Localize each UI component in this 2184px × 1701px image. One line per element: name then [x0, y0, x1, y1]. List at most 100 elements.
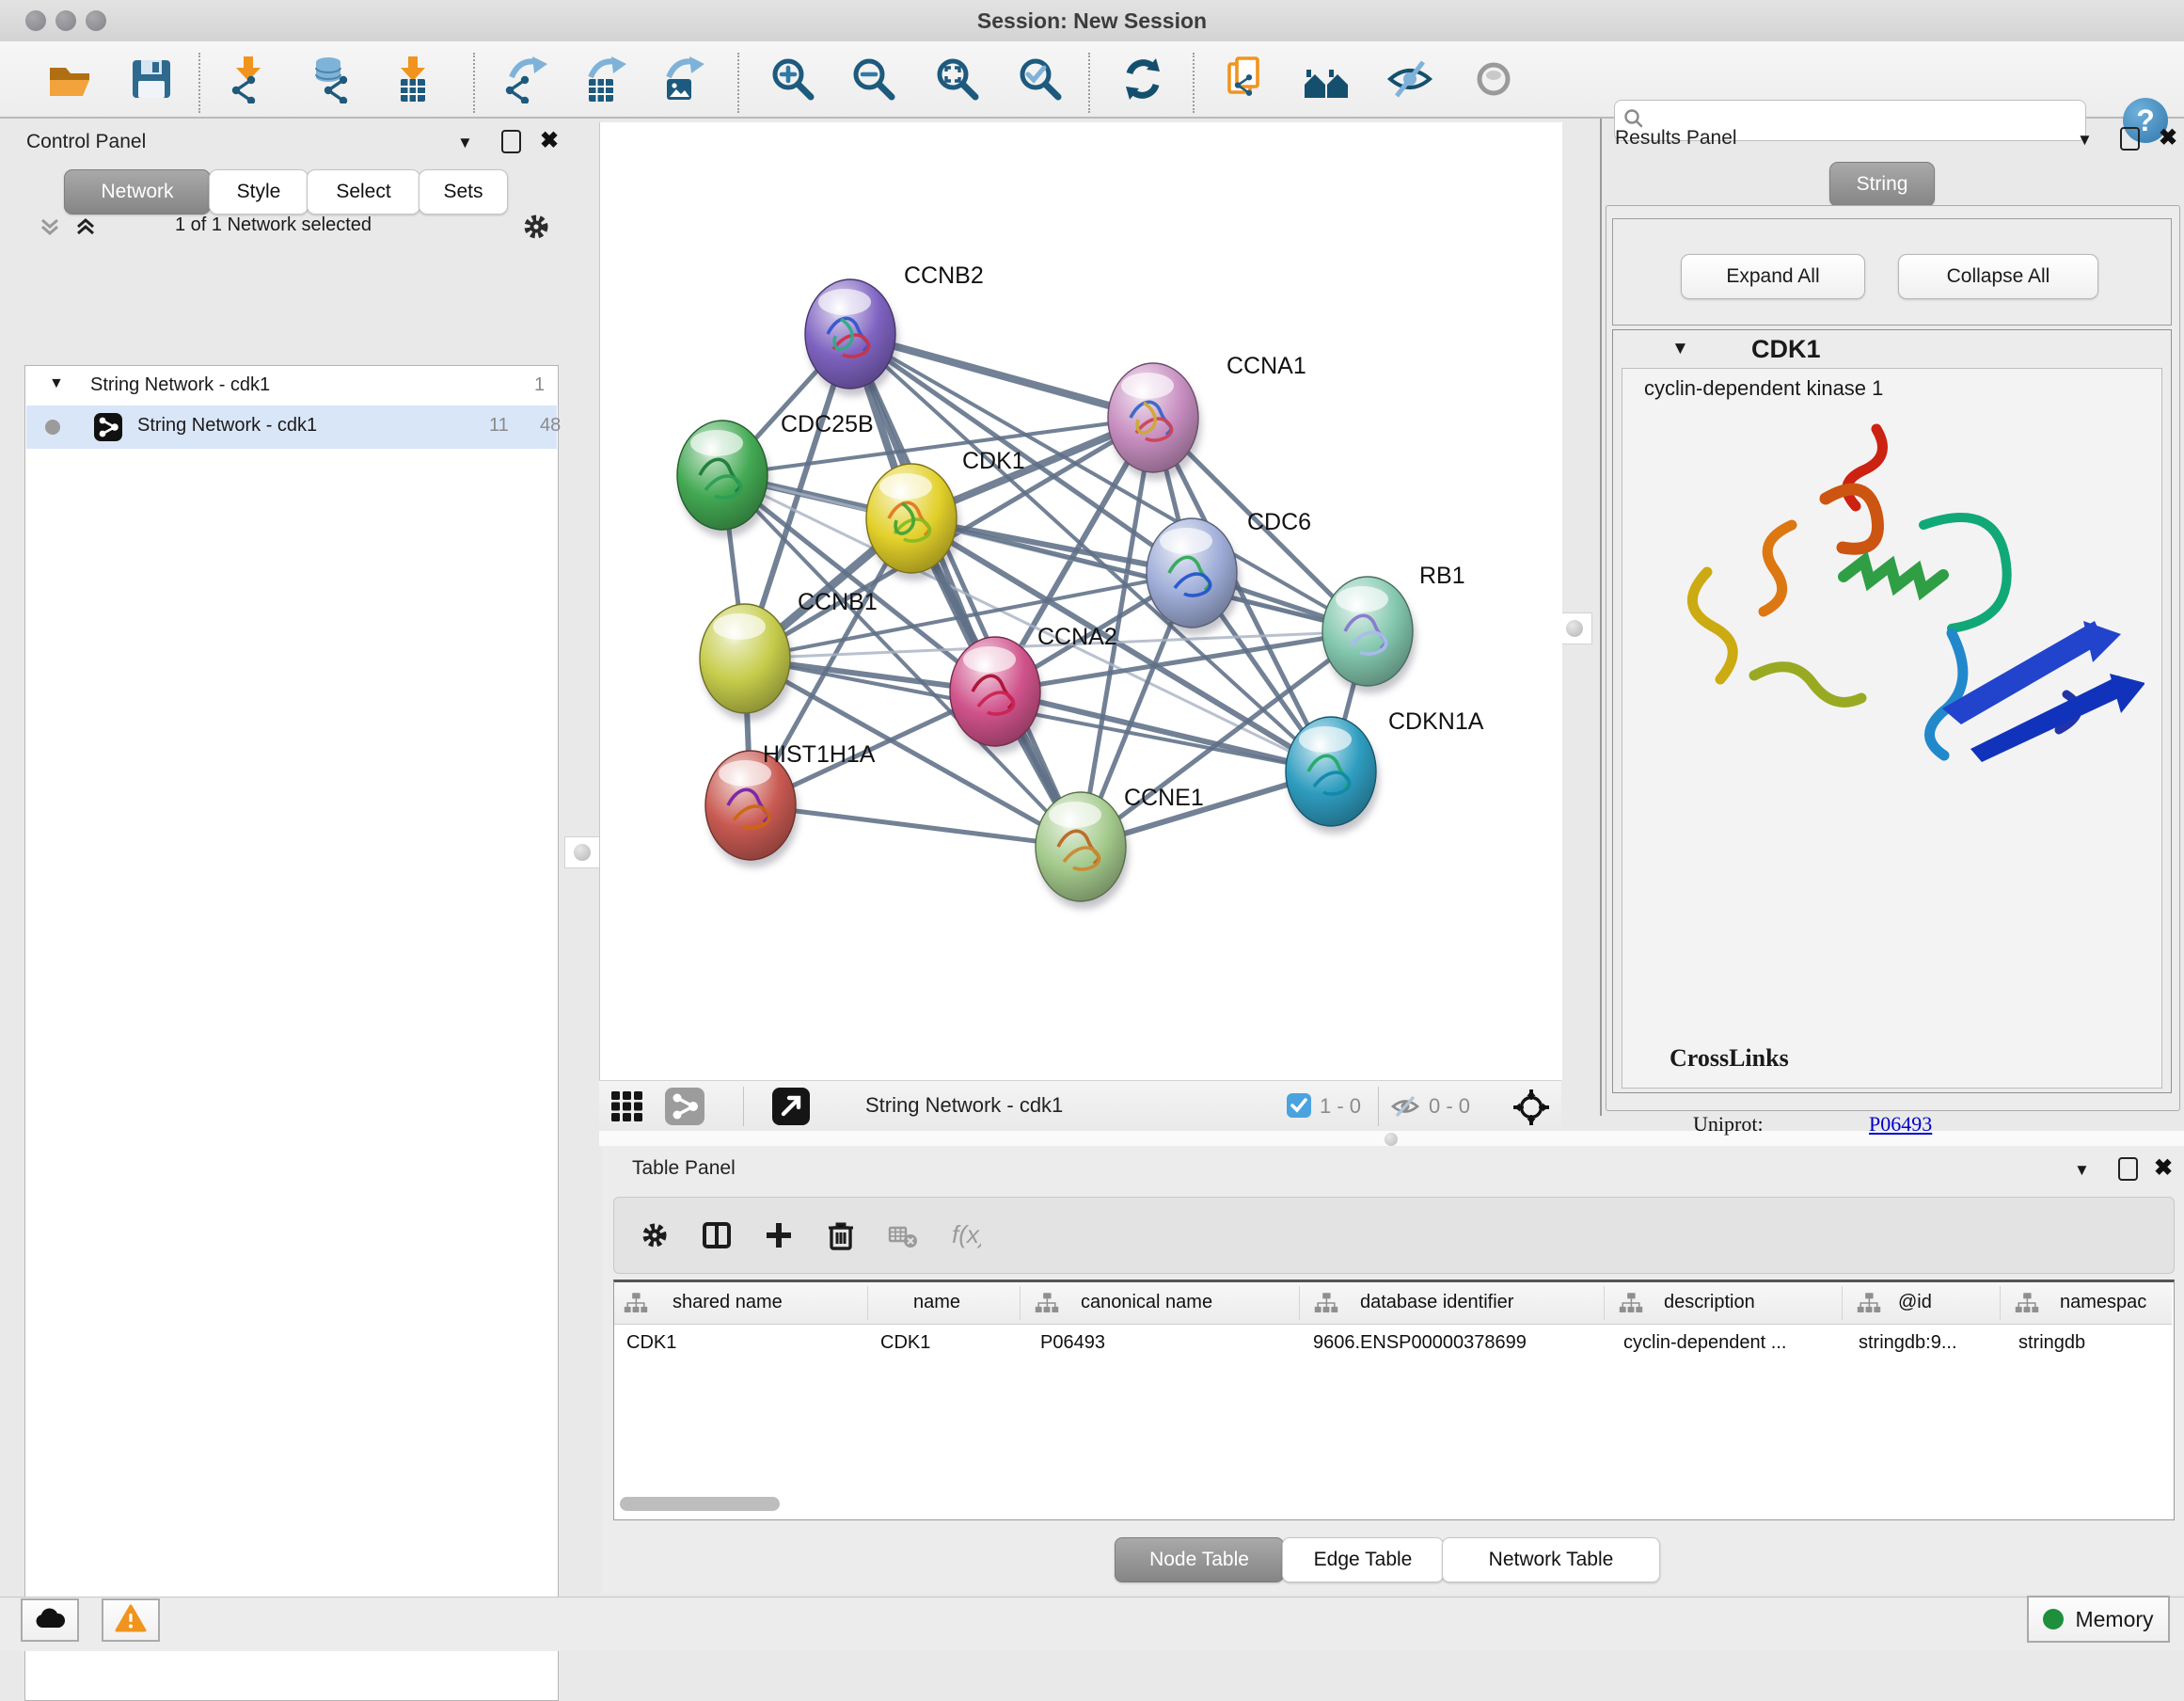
first-neighbors-button[interactable]	[1300, 51, 1353, 107]
network-row-selected[interactable]: String Network - cdk1 11 48	[26, 405, 557, 449]
zoom-in-button[interactable]	[767, 51, 819, 107]
results-panel-close-icon[interactable]: ✖	[2159, 129, 2177, 148]
table-options-button[interactable]	[639, 1220, 671, 1255]
table-cell[interactable]: stringdb:9...	[1859, 1332, 1957, 1354]
delete-table-button[interactable]	[887, 1220, 919, 1255]
zoom-selected-button[interactable]	[1014, 51, 1067, 107]
selected-checkbox-icon[interactable]	[1287, 1093, 1311, 1122]
node-CDKN1A: CDKN1A	[1286, 708, 1484, 834]
tab-network-table[interactable]: Network Table	[1442, 1537, 1660, 1582]
open-in-window-icon[interactable]	[772, 1088, 810, 1130]
column-header[interactable]: description	[1664, 1292, 1755, 1313]
table-cell[interactable]: CDK1	[626, 1332, 676, 1354]
export-table-button[interactable]	[576, 51, 628, 107]
column-header[interactable]: name	[913, 1292, 960, 1313]
grid-mode-icon[interactable]	[610, 1090, 644, 1127]
node-label-CDKN1A: CDKN1A	[1388, 708, 1484, 735]
memory-button[interactable]: Memory	[2027, 1596, 2170, 1643]
birds-eye-view-button[interactable]	[1467, 51, 1520, 107]
column-header[interactable]: @id	[1898, 1292, 1932, 1313]
expand-all-networks-icon[interactable]	[73, 215, 98, 244]
column-header[interactable]: canonical name	[1081, 1292, 1212, 1313]
horizontal-splitter[interactable]	[599, 1131, 2184, 1146]
node-table: shared name name canonical name database id…	[613, 1280, 2175, 1520]
tab-select[interactable]: Select	[307, 169, 420, 215]
zoom-fit-content-button[interactable]	[931, 51, 984, 107]
network-options-gear-icon[interactable]	[521, 212, 551, 246]
column-header[interactable]: shared name	[673, 1292, 783, 1313]
import-network-file-button[interactable]	[221, 51, 274, 107]
network-view-title: String Network - cdk1	[865, 1093, 1063, 1118]
collapse-all-button[interactable]: Collapse All	[1898, 254, 2098, 299]
svg-text:f(x): f(x)	[952, 1220, 981, 1248]
import-table-file-button[interactable]	[386, 51, 438, 107]
control-panel-close-icon[interactable]: ✖	[540, 132, 559, 151]
collapse-all-networks-icon[interactable]	[38, 215, 62, 244]
toolbar-separator	[737, 53, 739, 113]
table-cell[interactable]: 9606.ENSP00000378699	[1313, 1332, 1527, 1354]
left-splitter-handle[interactable]	[564, 836, 600, 868]
tab-network[interactable]: Network	[64, 169, 211, 215]
apply-preferred-layout-button[interactable]	[1116, 51, 1169, 107]
network-from-selection-button[interactable]	[1220, 51, 1273, 107]
birdseye-crosshair-icon[interactable]	[1513, 1089, 1549, 1130]
import-network-database-icon	[316, 57, 347, 103]
results-panel-menu-icon[interactable]: ▼	[2077, 131, 2093, 150]
export-image-button[interactable]	[654, 51, 706, 107]
network-node-count: 11	[489, 415, 509, 437]
node-RB1: RB1	[1322, 563, 1465, 693]
import-network-database-button[interactable]	[304, 51, 356, 107]
table-cell[interactable]: CDK1	[880, 1332, 930, 1354]
tab-string[interactable]: String	[1829, 162, 1935, 207]
table-horizontal-scrollbar[interactable]	[620, 1497, 780, 1511]
delete-column-icon	[825, 1220, 857, 1250]
save-session-button[interactable]	[125, 51, 178, 107]
node-CDK1: CDK1	[866, 448, 1025, 580]
network-collection-row[interactable]: ▼ String Network - cdk1 1	[26, 368, 557, 405]
zoom-fit-content-icon	[940, 61, 975, 97]
birds-eye-view-icon	[1480, 65, 1508, 93]
crosslink-link[interactable]: P06493	[1869, 1112, 1932, 1137]
column-header[interactable]: database identifier	[1360, 1292, 1513, 1313]
gene-symbol: CDK1	[1751, 335, 1821, 364]
collection-expand-icon[interactable]: ▼	[49, 375, 64, 392]
table-panel-close-icon[interactable]: ✖	[2154, 1159, 2173, 1178]
cloud-button[interactable]	[21, 1598, 79, 1642]
results-panel-float-icon[interactable]	[2120, 127, 2140, 151]
expand-all-button[interactable]: Expand All	[1681, 254, 1865, 299]
table-row[interactable]: CDK1 CDK1 P06493 9606.ENSP00000378699 cyclin…	[614, 1324, 2172, 1365]
table-panel-float-icon[interactable]	[2118, 1157, 2138, 1181]
node-label-CDC6: CDC6	[1247, 509, 1311, 535]
warning-button[interactable]	[102, 1598, 160, 1642]
column-header[interactable]: namespac	[2060, 1292, 2146, 1313]
delete-column-button[interactable]	[825, 1220, 857, 1255]
show-columns-button[interactable]	[701, 1220, 733, 1255]
function-builder-button[interactable]: f(x)	[949, 1220, 981, 1255]
network-selected-count: 1 of 1 Network selected	[175, 215, 372, 236]
tab-style[interactable]: Style	[209, 169, 309, 215]
column-type-icon	[1035, 1292, 1059, 1319]
gene-collapse-icon[interactable]: ▼	[1671, 339, 1689, 359]
control-panel-menu-icon[interactable]: ▼	[457, 134, 473, 152]
tab-sets[interactable]: Sets	[419, 169, 508, 215]
node-label-CCNA2: CCNA2	[1037, 624, 1117, 650]
table-toolbar: f(x)	[613, 1197, 2175, 1274]
export-network-button[interactable]	[497, 51, 549, 107]
open-session-button[interactable]	[43, 51, 96, 107]
node-label-CCNE1: CCNE1	[1124, 785, 1204, 811]
control-panel-float-icon[interactable]	[501, 130, 521, 153]
table-panel-menu-icon[interactable]: ▼	[2074, 1161, 2090, 1180]
network-share-icon[interactable]	[665, 1088, 704, 1130]
show-graphics-details-button[interactable]	[1384, 51, 1436, 107]
table-panel-title: Table Panel	[632, 1157, 736, 1180]
apply-preferred-layout-icon	[1126, 58, 1160, 100]
table-cell[interactable]: P06493	[1040, 1332, 1105, 1354]
hidden-eye-slash-icon	[1390, 1093, 1420, 1124]
tab-edge-table[interactable]: Edge Table	[1282, 1537, 1444, 1582]
network-view-canvas[interactable]: CCNB2 CCNA1 CDC25B CDK1 CDC6 RB1 CCNB1	[599, 122, 1562, 1080]
table-cell[interactable]: cyclin-dependent ...	[1623, 1332, 1786, 1354]
table-cell[interactable]: stringdb	[2018, 1332, 2085, 1354]
tab-node-table[interactable]: Node Table	[1115, 1537, 1284, 1582]
zoom-out-button[interactable]	[847, 51, 900, 107]
create-column-button[interactable]	[763, 1220, 795, 1255]
